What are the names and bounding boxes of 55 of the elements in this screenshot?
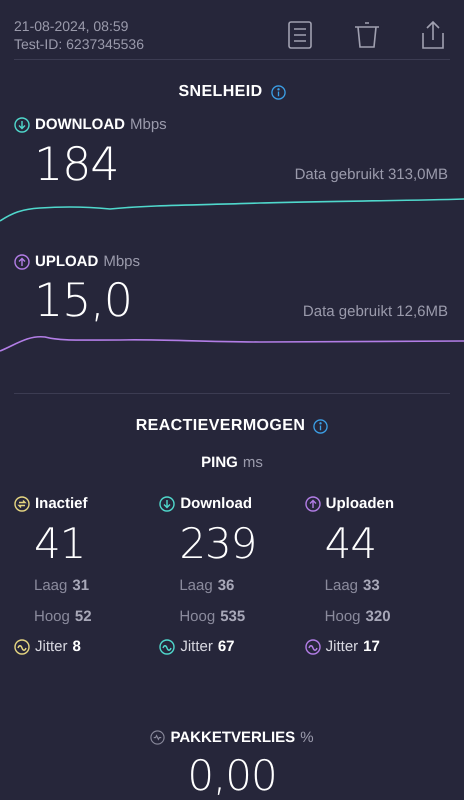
data-used: Data gebruikt 12,6MB <box>302 302 448 322</box>
unit-label: ms <box>242 453 263 473</box>
low-value: 31 <box>72 576 90 596</box>
section-title: SNELHEID <box>178 82 263 102</box>
data-used: Data gebruikt 313,0MB <box>294 165 448 185</box>
ping-value: 239 <box>178 523 258 565</box>
ping-label: Uploaden <box>326 494 394 514</box>
trash-icon[interactable] <box>354 21 380 49</box>
low-label: Laag <box>179 576 213 596</box>
ping-value: 44 <box>324 523 377 565</box>
swap-arrows-icon <box>14 496 30 512</box>
section-title: REACTIEVERMOGEN <box>136 416 306 436</box>
test-id: Test-ID: 6237345536 <box>14 35 144 53</box>
arrow-down-icon <box>159 496 176 512</box>
high-label: Hoog <box>324 606 361 626</box>
metric-label: UPLOAD <box>35 252 98 272</box>
jitter-label: Jitter <box>326 637 358 657</box>
high-value: 535 <box>220 606 246 626</box>
wave-icon <box>14 639 30 656</box>
info-icon[interactable] <box>313 418 328 434</box>
packet-loss-value: 0,00 <box>187 755 277 797</box>
high-label: Hoog <box>34 606 70 626</box>
pulse-icon <box>150 730 166 746</box>
low-label: Laag <box>34 576 68 596</box>
high-label: Hoog <box>179 606 216 626</box>
low-value: 33 <box>363 576 380 596</box>
arrow-up-icon <box>14 254 30 270</box>
unit-label: % <box>300 728 314 748</box>
wave-icon <box>304 639 321 656</box>
speed-value: 15,0 <box>34 277 132 323</box>
wave-icon <box>159 639 176 656</box>
ping-label: PING <box>201 453 238 473</box>
packet-loss-label: PAKKETVERLIES <box>170 728 296 748</box>
high-value: 52 <box>74 606 92 626</box>
ping-label: Inactief <box>35 494 88 514</box>
jitter-value: 8 <box>72 637 81 657</box>
unit-label: Mbps <box>103 252 140 272</box>
arrow-up-icon <box>304 496 321 512</box>
ping-label: Download <box>180 494 252 514</box>
low-label: Laag <box>324 576 358 596</box>
metric-label: DOWNLOAD <box>35 115 125 135</box>
share-icon[interactable] <box>422 21 444 49</box>
jitter-value: 67 <box>218 637 235 657</box>
info-icon[interactable] <box>270 84 286 100</box>
ping-value: 41 <box>33 523 86 565</box>
jitter-label: Jitter <box>35 637 68 657</box>
low-value: 36 <box>218 576 234 596</box>
high-value: 320 <box>366 606 391 626</box>
jitter-label: Jitter <box>180 637 213 657</box>
test-date: 21-08-2024, 08:59 <box>14 17 130 35</box>
arrow-down-icon <box>14 117 30 134</box>
jitter-value: 17 <box>363 637 380 657</box>
speed-value: 184 <box>34 140 118 186</box>
document-icon[interactable] <box>288 21 312 49</box>
unit-label: Mbps <box>130 115 167 135</box>
